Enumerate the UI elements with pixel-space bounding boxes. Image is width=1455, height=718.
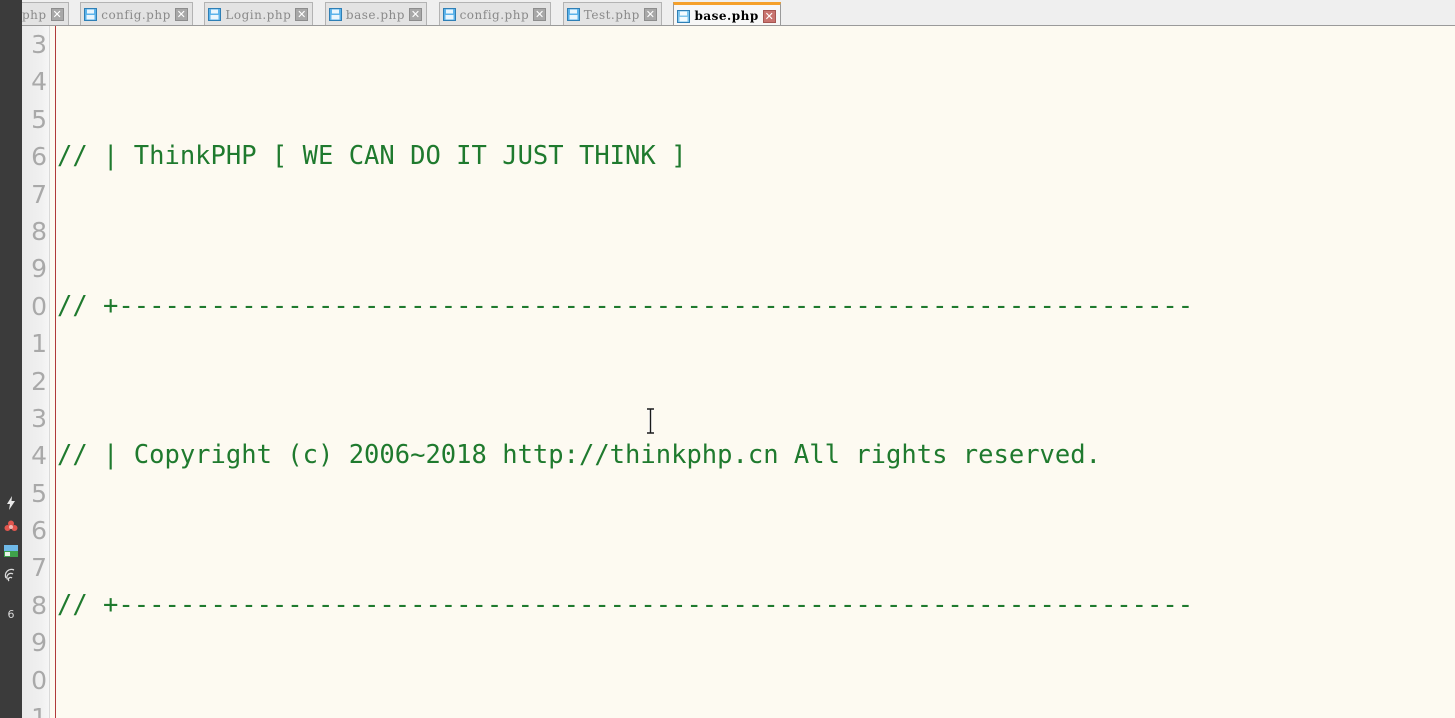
code-line[interactable]: // | Copyright (c) 2006~2018 http://thin… bbox=[57, 437, 1455, 474]
line-number: 4 bbox=[31, 67, 47, 97]
close-icon[interactable]: ✕ bbox=[533, 8, 547, 21]
tab-test-php[interactable]: Test.php ✕ bbox=[562, 2, 662, 25]
flash-icon[interactable] bbox=[3, 495, 19, 511]
close-icon[interactable]: ✕ bbox=[295, 8, 309, 21]
tab-login-php[interactable]: Login.php ✕ bbox=[204, 2, 314, 25]
line-number-list: 3 4 5 6 7 8 9 0 1 2 3 4 5 6 7 8 9 0 1 bbox=[31, 26, 47, 718]
code-line[interactable]: // +------------------------------------… bbox=[57, 587, 1455, 624]
line-number-gutter: 3 4 5 6 7 8 9 0 1 2 3 4 5 6 7 8 9 0 1 bbox=[22, 26, 50, 718]
editor-tabbar[interactable]: php ✕ config.php ✕ Login.php ✕ base.php … bbox=[22, 0, 1455, 26]
file-icon bbox=[208, 8, 222, 21]
close-icon[interactable]: ✕ bbox=[762, 9, 776, 23]
tab-label: base.php bbox=[694, 9, 759, 23]
comment-text: // | ThinkPHP [ WE CAN DO IT JUST THINK … bbox=[57, 141, 687, 172]
line-number: 2 bbox=[31, 366, 47, 396]
volume-icon[interactable] bbox=[3, 567, 19, 583]
line-number: 9 bbox=[31, 628, 47, 658]
tray-badge: 6 bbox=[7, 608, 15, 621]
line-number: 9 bbox=[31, 254, 47, 284]
tab-label: config.php bbox=[101, 7, 171, 22]
flower-icon[interactable] bbox=[3, 519, 19, 535]
line-number: 5 bbox=[31, 478, 47, 508]
comment-text: // +------------------------------------… bbox=[57, 290, 1194, 321]
tab-label: php bbox=[22, 7, 47, 22]
code-line[interactable]: // | ThinkPHP [ WE CAN DO IT JUST THINK … bbox=[57, 138, 1455, 175]
line-number: 5 bbox=[31, 104, 47, 134]
line-number: 0 bbox=[31, 291, 47, 321]
app-icon[interactable] bbox=[3, 543, 19, 559]
tab-php-clipped[interactable]: php ✕ bbox=[22, 2, 69, 25]
close-icon[interactable]: ✕ bbox=[50, 8, 64, 21]
line-number: 1 bbox=[31, 703, 47, 718]
thinkphp-url-link[interactable]: http://thinkphp.cn bbox=[502, 440, 778, 470]
line-number: 1 bbox=[31, 329, 47, 359]
comment-text: // | Copyright (c) 2006~2018 bbox=[57, 440, 503, 471]
system-tray: 6 bbox=[0, 495, 22, 621]
windows-taskbar: 6 bbox=[0, 0, 22, 718]
close-icon[interactable]: ✕ bbox=[408, 8, 422, 21]
tab-label: Test.php bbox=[583, 7, 640, 22]
tab-config-php-1[interactable]: config.php ✕ bbox=[80, 2, 193, 25]
line-number: 6 bbox=[31, 516, 47, 546]
line-number: 8 bbox=[31, 216, 47, 246]
file-icon bbox=[84, 8, 98, 21]
line-number: 3 bbox=[31, 403, 47, 433]
file-icon bbox=[566, 8, 580, 21]
file-icon bbox=[677, 9, 691, 23]
line-number: 7 bbox=[31, 179, 47, 209]
tab-label: Login.php bbox=[225, 7, 292, 22]
file-icon bbox=[328, 8, 342, 21]
close-icon[interactable]: ✕ bbox=[174, 8, 188, 21]
line-number: 6 bbox=[31, 142, 47, 172]
line-number: 3 bbox=[31, 30, 47, 59]
tab-label: base.php bbox=[345, 7, 405, 22]
editor-window: 6 php ✕ config.php ✕ Login.php ✕ base.ph… bbox=[0, 0, 1455, 718]
code-editor-pane[interactable]: // | ThinkPHP [ WE CAN DO IT JUST THINK … bbox=[51, 26, 1455, 718]
left-margin-rule bbox=[51, 26, 56, 718]
tab-label: config.php bbox=[459, 7, 530, 22]
code-content[interactable]: // | ThinkPHP [ WE CAN DO IT JUST THINK … bbox=[57, 26, 1455, 718]
close-icon[interactable]: ✕ bbox=[643, 8, 657, 21]
comment-text: All rights reserved. bbox=[778, 440, 1101, 471]
code-line[interactable]: // +------------------------------------… bbox=[57, 288, 1455, 325]
line-number: 8 bbox=[31, 590, 47, 620]
tab-config-php-2[interactable]: config.php ✕ bbox=[438, 2, 552, 25]
comment-text: // +------------------------------------… bbox=[57, 590, 1194, 621]
line-number: 0 bbox=[31, 665, 47, 695]
tab-base-php-1[interactable]: base.php ✕ bbox=[324, 2, 427, 25]
line-number: 7 bbox=[31, 553, 47, 583]
file-icon bbox=[442, 8, 456, 21]
line-number: 4 bbox=[31, 441, 47, 471]
tab-base-php-active[interactable]: base.php ✕ bbox=[673, 2, 781, 25]
